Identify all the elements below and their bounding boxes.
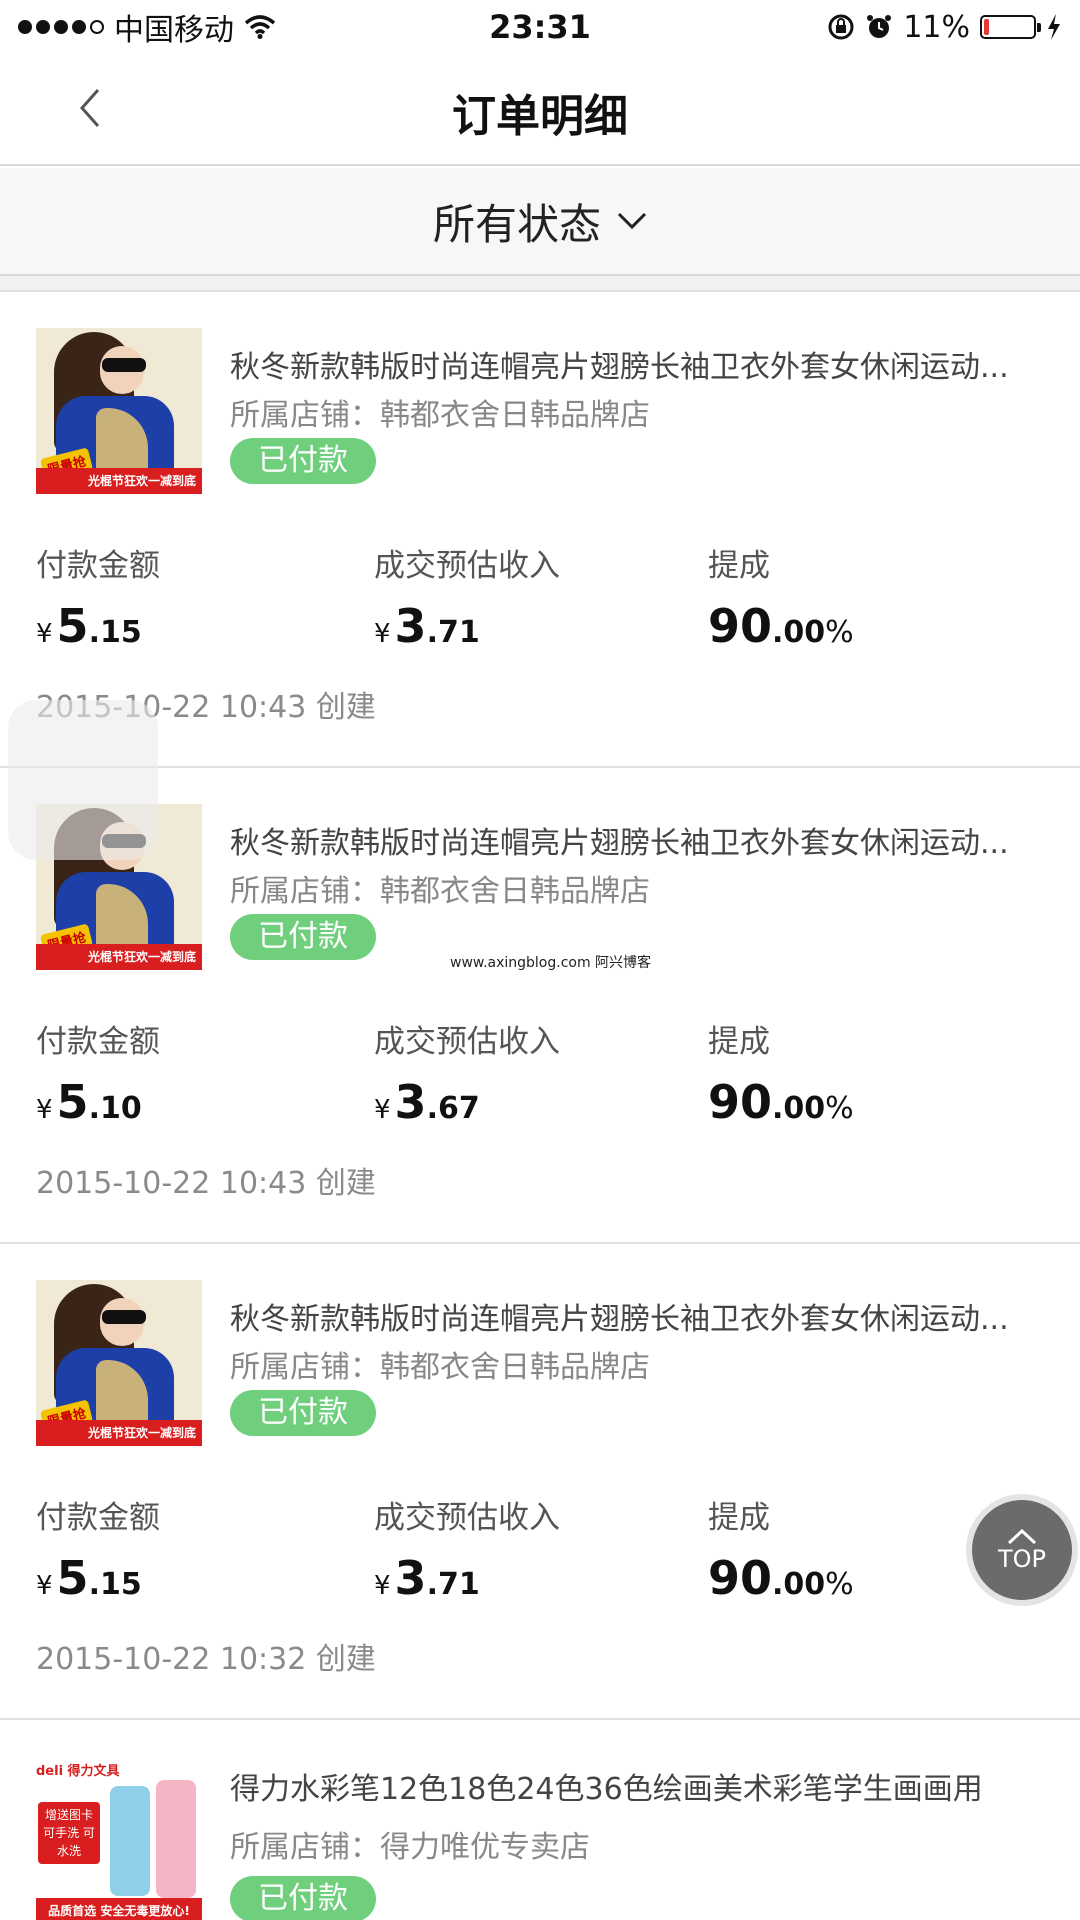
chevron-up-icon [1007, 1529, 1037, 1545]
commission-integer: 90 [708, 1551, 773, 1605]
wifi-icon [244, 15, 276, 39]
pay-amount-decimal: .15 [88, 1567, 142, 1602]
currency-symbol: ¥ [374, 1095, 391, 1125]
product-thumbnail[interactable]: 限量抢 光棍节狂欢一减到底 [36, 1280, 202, 1446]
product-title[interactable]: 秋冬新款韩版时尚连帽亮片翅膀长袖卫衣外套女休闲运动... [230, 818, 1050, 862]
order-card[interactable]: 限量抢 光棍节狂欢一减到底 秋冬新款韩版时尚连帽亮片翅膀长袖卫衣外套女休闲运动.… [0, 1244, 1080, 1720]
income-integer: 3 [394, 1075, 427, 1129]
shop-name: 所属店铺：韩都衣舍日韩品牌店 [230, 1350, 650, 1385]
commission: 提成 90.00% [708, 1492, 854, 1605]
product-title[interactable]: 得力水彩笔12色18色24色36色绘画美术彩笔学生画画用 [230, 1764, 1050, 1808]
nav-bar: 订单明细 [0, 54, 1080, 166]
commission-decimal: .00 [772, 1567, 826, 1602]
alarm-icon [867, 15, 892, 38]
thumbnail-promo: 增送图卡 可手洗 可水洗 [38, 1802, 100, 1864]
pay-amount-integer: 5 [56, 1075, 89, 1129]
charging-icon [1048, 14, 1060, 40]
shop-name: 所属店铺：得力唯优专卖店 [230, 1830, 590, 1865]
order-list[interactable]: 限量抢 光棍节狂欢一减到底 秋冬新款韩版时尚连帽亮片翅膀长袖卫衣外套女休闲运动.… [0, 292, 1080, 1720]
battery-icon [980, 15, 1041, 39]
back-to-top-label: TOP [997, 1545, 1047, 1573]
commission: 提成 90.00% [708, 540, 854, 653]
estimated-income: 成交预估收入 ¥3.67 [374, 1016, 560, 1129]
status-badge: 已付款 [230, 1390, 376, 1436]
order-metrics: 付款金额 ¥5.10 成交预估收入 ¥3.67 提成 90.00% [36, 1016, 1046, 1129]
pay-amount-integer: 5 [56, 1551, 89, 1605]
pay-amount: 付款金额 ¥5.15 [36, 540, 160, 653]
status-bar-left: 中国移动 [18, 5, 276, 49]
commission-integer: 90 [708, 599, 773, 653]
percent-sign: % [825, 615, 854, 650]
back-to-top-button[interactable]: TOP [966, 1494, 1078, 1606]
status-filter-dropdown[interactable]: 所有状态 [0, 168, 1080, 276]
order-card[interactable]: 限量抢 光棍节狂欢一减到底 秋冬新款韩版时尚连帽亮片翅膀长袖卫衣外套女休闲运动.… [0, 292, 1080, 768]
percent-sign: % [825, 1567, 854, 1602]
estimated-income-label: 成交预估收入 [374, 1500, 560, 1536]
product-title[interactable]: 秋冬新款韩版时尚连帽亮片翅膀长袖卫衣外套女休闲运动... [230, 342, 1050, 386]
touch-highlight [8, 700, 158, 860]
pay-amount-decimal: .10 [88, 1091, 142, 1126]
pay-amount-label: 付款金额 [36, 548, 160, 584]
currency-symbol: ¥ [36, 619, 53, 649]
commission-integer: 90 [708, 1075, 773, 1129]
created-time: 2015-10-22 10:32 创建 [36, 1642, 376, 1677]
commission: 提成 90.00% [708, 1016, 854, 1129]
pay-amount-label: 付款金额 [36, 1024, 160, 1060]
pay-amount-integer: 5 [56, 599, 89, 653]
income-decimal: .71 [426, 615, 480, 650]
income-integer: 3 [394, 1551, 427, 1605]
order-metrics: 付款金额 ¥5.15 成交预估收入 ¥3.71 提成 90.00% [36, 540, 1046, 653]
signal-strength-icon [18, 20, 104, 34]
currency-symbol: ¥ [36, 1571, 53, 1601]
status-filter-label: 所有状态 [432, 199, 601, 249]
created-time: 2015-10-22 10:43 创建 [36, 1166, 376, 1201]
thumbnail-banner: 光棍节狂欢一减到底 [36, 944, 202, 970]
status-bar: 中国移动 23:31 11% [0, 0, 1080, 54]
product-title[interactable]: 秋冬新款韩版时尚连帽亮片翅膀长袖卫衣外套女休闲运动... [230, 1294, 1050, 1338]
thumbnail-banner: 光棍节狂欢一减到底 [36, 1420, 202, 1446]
list-divider [0, 276, 1080, 292]
estimated-income: 成交预估收入 ¥3.71 [374, 540, 560, 653]
commission-decimal: .00 [772, 1091, 826, 1126]
estimated-income-label: 成交预估收入 [374, 1024, 560, 1060]
commission-decimal: .00 [772, 615, 826, 650]
pay-amount: 付款金额 ¥5.10 [36, 1016, 160, 1129]
currency-symbol: ¥ [374, 619, 391, 649]
commission-label: 提成 [708, 1500, 770, 1536]
thumbnail-banner: 品质首选 安全无毒更放心! [36, 1898, 202, 1920]
chevron-down-icon [617, 212, 647, 230]
carrier-name: 中国移动 [114, 13, 234, 48]
shop-name: 所属店铺：韩都衣舍日韩品牌店 [230, 398, 650, 433]
income-decimal: .67 [426, 1091, 480, 1126]
status-badge: 已付款 [230, 914, 376, 960]
estimated-income: 成交预估收入 ¥3.71 [374, 1492, 560, 1605]
thumbnail-banner: 光棍节狂欢一减到底 [36, 468, 202, 494]
order-card[interactable]: deli 得力文具 增送图卡 可手洗 可水洗 品质首选 安全无毒更放心! 得力水… [0, 1728, 1080, 1920]
page-title: 订单明细 [452, 91, 628, 142]
order-card[interactable]: 限量抢 光棍节狂欢一减到底 秋冬新款韩版时尚连帽亮片翅膀长袖卫衣外套女休闲运动.… [0, 768, 1080, 1244]
watermark: www.axingblog.com 阿兴博客 [450, 955, 652, 971]
shop-name: 所属店铺：韩都衣舍日韩品牌店 [230, 874, 650, 909]
product-thumbnail[interactable]: deli 得力文具 增送图卡 可手洗 可水洗 品质首选 安全无毒更放心! [36, 1758, 202, 1920]
currency-symbol: ¥ [374, 1571, 391, 1601]
pay-amount-decimal: .15 [88, 615, 142, 650]
status-bar-right: 11% [827, 10, 1062, 45]
pay-amount-label: 付款金额 [36, 1500, 160, 1536]
commission-label: 提成 [708, 548, 770, 584]
percent-sign: % [825, 1091, 854, 1126]
thumbnail-brand: deli 得力文具 [36, 1764, 120, 1779]
currency-symbol: ¥ [36, 1095, 53, 1125]
estimated-income-label: 成交预估收入 [374, 548, 560, 584]
battery-percent: 11% [903, 9, 970, 45]
rotation-lock-icon [828, 14, 854, 40]
status-badge: 已付款 [230, 1876, 376, 1920]
status-badge: 已付款 [230, 438, 376, 484]
commission-label: 提成 [708, 1024, 770, 1060]
income-integer: 3 [394, 599, 427, 653]
order-metrics: 付款金额 ¥5.15 成交预估收入 ¥3.71 提成 90.00% [36, 1492, 1046, 1605]
income-decimal: .71 [426, 1567, 480, 1602]
product-thumbnail[interactable]: 限量抢 光棍节狂欢一减到底 [36, 328, 202, 494]
pay-amount: 付款金额 ¥5.15 [36, 1492, 160, 1605]
